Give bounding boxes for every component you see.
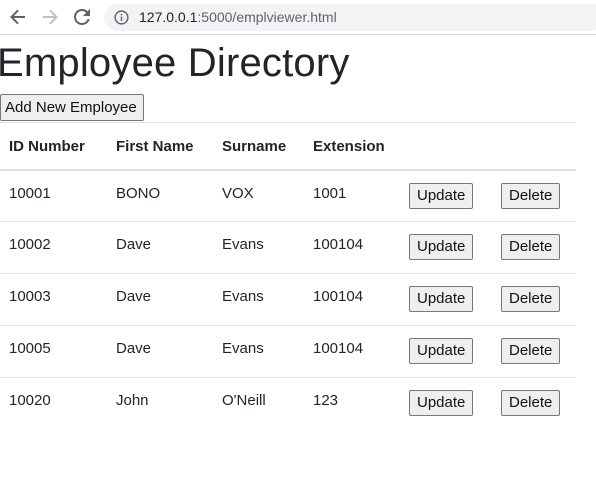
cell-surname: Evans bbox=[222, 288, 264, 305]
update-cell: Update bbox=[409, 326, 501, 378]
delete-cell: Delete bbox=[501, 222, 576, 274]
header-first-name: First Name bbox=[116, 138, 194, 155]
delete-button[interactable]: Delete bbox=[501, 182, 561, 209]
address-bar[interactable]: 127.0.0.1:5000/emplviewer.html bbox=[104, 4, 596, 31]
table-row: 10020 John O'Neill 123 Update Delete bbox=[0, 377, 576, 430]
table-row: 10003 Dave Evans 100104 Update Delete bbox=[0, 273, 576, 326]
update-button[interactable]: Update bbox=[409, 182, 474, 209]
table-row: 10001 BONO VOX 1001 Update Delete bbox=[0, 169, 576, 222]
delete-button[interactable]: Delete bbox=[501, 286, 561, 312]
url-path: :5000/emplviewer.html bbox=[197, 9, 337, 25]
delete-cell: Delete bbox=[501, 326, 576, 378]
cell-first-name: BONO bbox=[116, 184, 161, 202]
delete-cell: Delete bbox=[501, 274, 576, 326]
url-text: 127.0.0.1:5000/emplviewer.html bbox=[139, 9, 337, 26]
cell-id: 10020 bbox=[9, 392, 51, 409]
update-cell: Update bbox=[409, 170, 501, 222]
header-surname: Surname bbox=[222, 138, 287, 155]
add-new-employee-button[interactable]: Add New Employee bbox=[0, 94, 144, 121]
cell-id: 10005 bbox=[9, 340, 51, 357]
update-button[interactable]: Update bbox=[409, 390, 474, 416]
cell-surname: Evans bbox=[222, 340, 264, 357]
header-extension: Extension bbox=[313, 138, 385, 155]
cell-extension: 100104 bbox=[313, 288, 364, 305]
delete-cell: Delete bbox=[501, 170, 576, 222]
delete-button[interactable]: Delete bbox=[501, 390, 561, 416]
cell-id: 10001 bbox=[9, 184, 51, 202]
arrow-left-icon bbox=[10, 9, 25, 25]
delete-button[interactable]: Delete bbox=[501, 234, 561, 260]
cell-surname: VOX bbox=[222, 184, 254, 202]
update-cell: Update bbox=[409, 378, 501, 430]
cell-first-name: John bbox=[116, 392, 149, 409]
cell-surname: Evans bbox=[222, 236, 264, 253]
header-id-number: ID Number bbox=[9, 138, 85, 155]
cell-surname: O'Neill bbox=[222, 392, 266, 409]
forward-button[interactable] bbox=[39, 6, 61, 28]
arrow-right-icon bbox=[43, 9, 58, 25]
header-blank-delete bbox=[501, 123, 576, 170]
header-blank-update bbox=[409, 123, 501, 170]
table-row: 10002 Dave Evans 100104 Update Delete bbox=[0, 221, 576, 274]
cell-id: 10003 bbox=[9, 288, 51, 305]
cell-extension: 100104 bbox=[313, 236, 364, 253]
back-button[interactable] bbox=[7, 6, 29, 28]
table-header-row: ID Number First Name Surname Extension bbox=[0, 122, 576, 170]
update-button[interactable]: Update bbox=[409, 338, 474, 364]
reload-icon bbox=[74, 9, 90, 25]
info-icon[interactable] bbox=[114, 10, 129, 25]
cell-first-name: Dave bbox=[116, 236, 152, 253]
update-button[interactable]: Update bbox=[409, 286, 474, 312]
update-cell: Update bbox=[409, 222, 501, 274]
url-host: 127.0.0.1 bbox=[139, 9, 198, 25]
table-row: 10005 Dave Evans 100104 Update Delete bbox=[0, 325, 576, 378]
cell-extension: 123 bbox=[313, 392, 339, 409]
update-button[interactable]: Update bbox=[409, 234, 474, 260]
delete-cell: Delete bbox=[501, 378, 576, 430]
browser-toolbar: 127.0.0.1:5000/emplviewer.html bbox=[0, 0, 596, 35]
page-title: Employee Directory bbox=[0, 41, 350, 85]
employee-table: ID Number First Name Surname Extension 1… bbox=[0, 122, 576, 430]
delete-button[interactable]: Delete bbox=[501, 338, 561, 364]
cell-first-name: Dave bbox=[116, 340, 152, 357]
cell-first-name: Dave bbox=[116, 288, 152, 305]
cell-extension: 100104 bbox=[313, 340, 364, 357]
reload-button[interactable] bbox=[71, 6, 93, 28]
cell-id: 10002 bbox=[9, 236, 51, 253]
cell-extension: 1001 bbox=[313, 184, 347, 202]
update-cell: Update bbox=[409, 274, 501, 326]
